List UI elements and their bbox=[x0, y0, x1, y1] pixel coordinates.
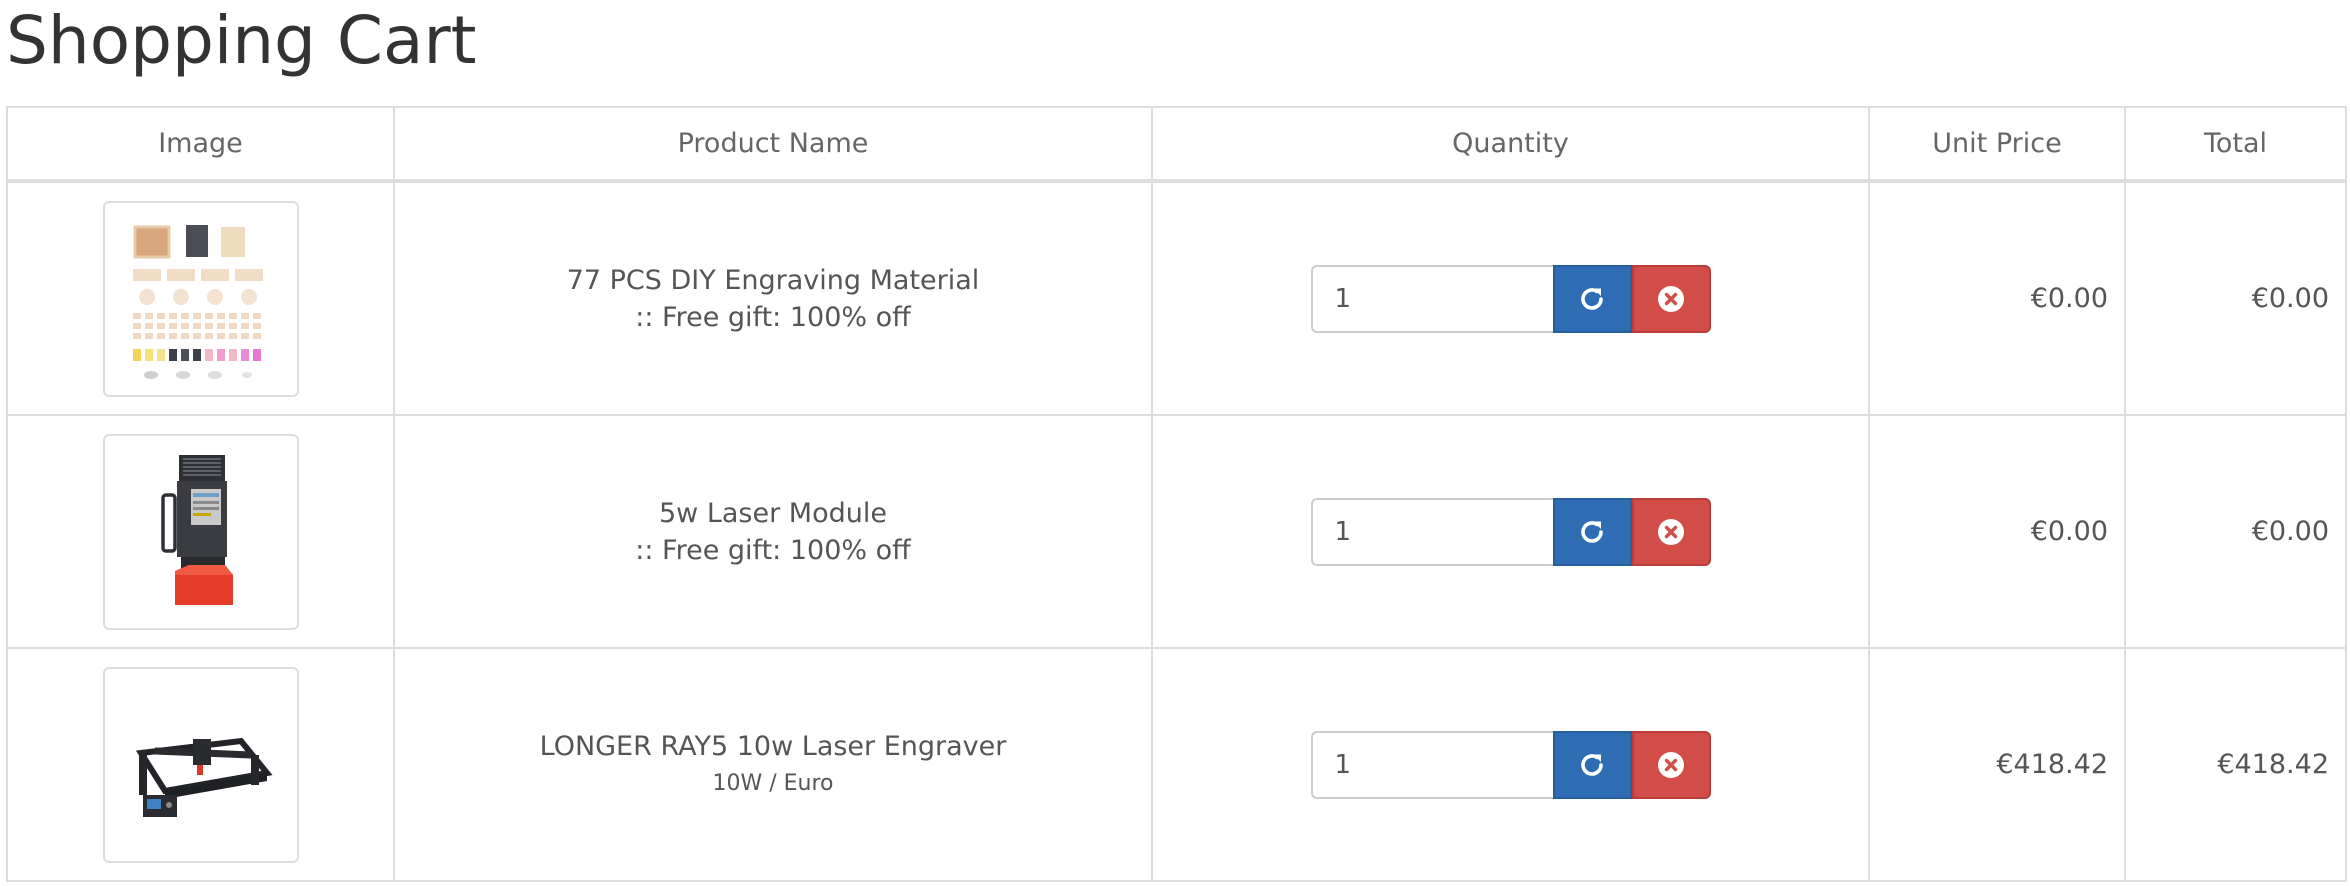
unit-price-cell: €418.42 bbox=[1868, 647, 2126, 882]
refresh-icon bbox=[1581, 520, 1603, 543]
product-name-cell: 5w Laser Module :: Free gift: 100% off bbox=[393, 414, 1153, 649]
product-option: :: Free gift: 100% off bbox=[635, 534, 911, 566]
remove-button[interactable] bbox=[1631, 730, 1711, 799]
total-cell: €0.00 bbox=[2124, 180, 2347, 416]
laser-module-icon bbox=[160, 454, 233, 605]
quantity-cell bbox=[1151, 414, 1870, 649]
product-thumbnail-link[interactable] bbox=[102, 666, 299, 863]
quantity-cell bbox=[1151, 647, 1870, 882]
image-cell bbox=[6, 647, 395, 882]
quantity-cell bbox=[1151, 180, 1870, 416]
total-cell: €418.42 bbox=[2124, 647, 2347, 882]
quantity-input[interactable] bbox=[1310, 264, 1553, 333]
table-row: LONGER RAY5 10w Laser Engraver 10W / Eur… bbox=[6, 647, 2347, 882]
header-product-name: Product Name bbox=[393, 106, 1153, 183]
quantity-group bbox=[1153, 264, 1868, 333]
product-name-link[interactable]: 5w Laser Module bbox=[395, 495, 1151, 532]
table-row: 77 PCS DIY Engraving Material :: Free gi… bbox=[6, 180, 2347, 416]
header-total: Total bbox=[2124, 106, 2347, 183]
page-title: Shopping Cart bbox=[6, 2, 477, 79]
remove-button[interactable] bbox=[1631, 264, 1711, 333]
product-name-link[interactable]: 77 PCS DIY Engraving Material bbox=[395, 262, 1151, 299]
quantity-input[interactable] bbox=[1310, 497, 1553, 566]
total-cell: €0.00 bbox=[2124, 414, 2347, 649]
header-image: Image bbox=[6, 106, 395, 183]
engraving-material-kit-icon bbox=[132, 224, 263, 379]
remove-circle-icon bbox=[1658, 751, 1684, 778]
refresh-icon bbox=[1581, 753, 1603, 776]
table-row: 5w Laser Module :: Free gift: 100% off 1… bbox=[6, 414, 2347, 649]
remove-button[interactable] bbox=[1631, 497, 1711, 566]
header-unit-price: Unit Price bbox=[1868, 106, 2126, 183]
quantity-group bbox=[1153, 497, 1868, 566]
product-option: :: Free gift: 100% off bbox=[635, 301, 911, 333]
shopping-cart-page: Shopping Cart Image Product Name Quantit… bbox=[0, 0, 2350, 886]
refresh-icon bbox=[1581, 287, 1603, 310]
quantity-group bbox=[1153, 730, 1868, 799]
laser-engraver-icon bbox=[135, 737, 273, 817]
product-name-cell: LONGER RAY5 10w Laser Engraver 10W / Eur… bbox=[393, 647, 1153, 882]
product-option: 10W / Euro bbox=[712, 770, 834, 796]
table-header-row: Image Product Name Quantity Unit Price T… bbox=[6, 106, 2347, 183]
product-name-link[interactable]: LONGER RAY5 10w Laser Engraver bbox=[395, 728, 1151, 765]
product-name-cell: 77 PCS DIY Engraving Material :: Free gi… bbox=[393, 180, 1153, 416]
image-cell bbox=[6, 180, 395, 416]
update-button[interactable] bbox=[1552, 730, 1632, 799]
header-quantity: Quantity bbox=[1151, 106, 1870, 183]
update-button[interactable] bbox=[1552, 264, 1632, 333]
remove-circle-icon bbox=[1658, 285, 1684, 312]
update-button[interactable] bbox=[1552, 497, 1632, 566]
remove-circle-icon bbox=[1658, 518, 1684, 545]
unit-price-cell: €0.00 bbox=[1868, 180, 2126, 416]
unit-price-cell: €0.00 bbox=[1868, 414, 2126, 649]
cart-table: Image Product Name Quantity Unit Price T… bbox=[6, 106, 2347, 882]
image-cell bbox=[6, 414, 395, 649]
quantity-input[interactable] bbox=[1310, 730, 1553, 799]
product-thumbnail-link[interactable] bbox=[102, 433, 299, 630]
product-thumbnail-link[interactable] bbox=[102, 200, 299, 397]
